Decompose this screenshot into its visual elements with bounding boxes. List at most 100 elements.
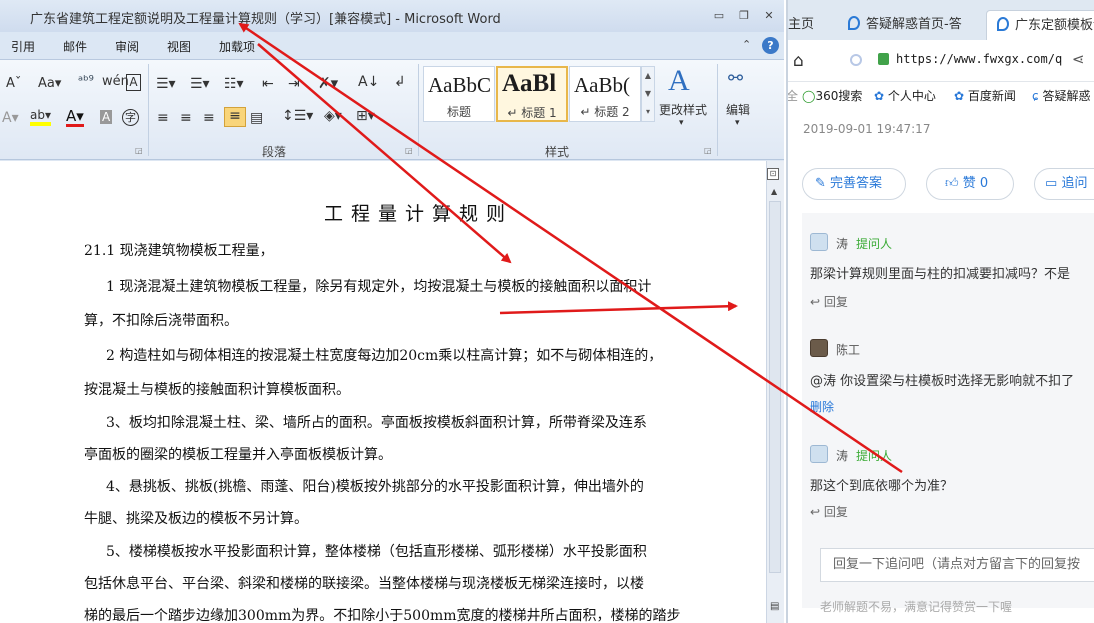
delete-button[interactable]: 删除 [810, 398, 834, 415]
url-field[interactable]: https://www.fwxgx.com/q [896, 52, 1062, 66]
binoculars-icon[interactable]: ⚯ [728, 68, 743, 89]
align-left-icon[interactable]: ≡ [157, 110, 169, 126]
styles-dialog-launcher[interactable]: ◲ [704, 146, 712, 155]
doc-line: 亭面板的圈梁的模板工程量并入亭面板模板计算。 [84, 447, 392, 463]
style-title[interactable]: AaBbC 标题 [423, 66, 495, 122]
site-info-icon[interactable] [850, 54, 862, 66]
style-sample: AaBbC [428, 73, 491, 97]
phonetic-guide-icon[interactable]: ᵃᵇ⁹ [78, 74, 94, 89]
distributed-icon[interactable]: ▤ [250, 110, 263, 126]
scroll-end-icon[interactable]: ▤ [770, 601, 779, 612]
edit-label[interactable]: 编辑 [726, 101, 750, 118]
avatar [810, 233, 828, 251]
numbering-icon[interactable]: ☰▾ [190, 76, 210, 92]
tab-home[interactable]: 主页 [788, 10, 832, 40]
multilevel-list-icon[interactable]: ☷▾ [224, 76, 244, 92]
tab-answers-home[interactable]: 答疑解惑首页-答 [838, 10, 978, 40]
enclose-char-icon[interactable]: 字 [122, 109, 139, 126]
reply-button[interactable]: ↩ 回复 [810, 293, 848, 310]
change-styles-icon[interactable]: A [668, 64, 690, 98]
document-heading: 工程量计算规则 [324, 203, 514, 225]
separator [148, 64, 149, 156]
doc-line: 3、板均扣除混凝土柱、梁、墙所占的面积。亭面板按模板斜面积计算，所带脊梁及连系 [106, 415, 647, 431]
increase-indent-icon[interactable]: ⇥ [288, 76, 300, 92]
improve-answer-button[interactable]: ✎ 完善答案 [802, 168, 906, 200]
style-heading-1[interactable]: AaBl ↵ 标题 1 [496, 66, 568, 122]
shrink-font-icon[interactable]: Aˇ [6, 76, 21, 91]
minimize-button[interactable]: ▭ [712, 9, 726, 23]
show-marks-icon[interactable]: ↲ [394, 74, 406, 90]
lock-icon [878, 53, 889, 65]
scroll-up-icon[interactable]: ▲ [771, 187, 777, 196]
char-border-icon[interactable]: A [126, 74, 141, 91]
home-icon[interactable]: ⌂ [793, 51, 804, 71]
sort-icon[interactable]: A↓ [358, 74, 379, 90]
reply-label: 回复 [823, 295, 848, 309]
change-styles-label[interactable]: 更改样式 [659, 101, 707, 118]
doc-line: 包括休息平台、平台梁、斜梁和楼梯的联接梁。当整体楼梯与现浇楼板无梯梁连接时，以楼 [84, 576, 644, 592]
bookmarks-bar: 全 ◯360搜索 ✿ 个人中心 ✿ 百度新闻 ɕ 答疑解惑 [788, 82, 1094, 108]
followup-label: 追问 [1061, 176, 1088, 191]
doc-line: 算，不扣除后浇带面积。 [84, 313, 238, 329]
close-button[interactable]: ✕ [762, 9, 776, 23]
char-shading-icon[interactable]: A [100, 110, 113, 124]
paragraph-dialog-launcher[interactable]: ◲ [405, 146, 413, 155]
font-color-icon[interactable]: A▾ [66, 108, 84, 127]
scroll-thumb[interactable] [769, 201, 781, 573]
bullets-icon[interactable]: ☰▾ [156, 76, 176, 92]
bookmark-baidu-news[interactable]: ✿ 百度新闻 [954, 87, 1016, 104]
paw-icon: ✿ [874, 89, 885, 103]
bookmark-personal[interactable]: ✿ 个人中心 [874, 87, 936, 104]
bookmark-answers[interactable]: ɕ 答疑解惑 [1032, 87, 1090, 104]
doc-line: 按混凝土与模板的接触面积计算模板面积。 [84, 382, 350, 398]
tab-current[interactable]: 广东定额模板计 [986, 10, 1094, 40]
doc-line: 4、悬挑板、挑板(挑檐、雨蓬、阳台)模板按外挑部分的水平投影面积计算，伸出墙外的 [106, 479, 644, 495]
chevron-down-icon[interactable]: ▾ [679, 118, 684, 128]
align-right-icon[interactable]: ≡ [203, 110, 215, 126]
change-case-icon[interactable]: Aa▾ [38, 76, 61, 91]
reply-button[interactable]: ↩ 回复 [810, 503, 848, 520]
separator [418, 64, 419, 156]
tab-review[interactable]: 审阅 [115, 38, 139, 55]
asker-badge: 提问人 [856, 449, 893, 463]
tab-references[interactable]: 引用 [11, 38, 35, 55]
like-button[interactable]: 👍︎ 赞 0 [926, 168, 1014, 200]
align-center-icon[interactable]: ≡ [180, 110, 192, 126]
tab-mailings[interactable]: 邮件 [63, 38, 87, 55]
wen-icon[interactable]: wén [102, 74, 129, 89]
font-dialog-launcher[interactable]: ◲ [135, 146, 143, 155]
collapse-ribbon-icon[interactable]: ⌃ [742, 38, 751, 51]
doc-line: 牛腿、挑梁及板边的模板不另计算。 [84, 511, 308, 527]
styles-group-label: 样式 [545, 145, 570, 159]
style-gallery-scroll[interactable]: ▲ ▼ ▾ [641, 66, 655, 122]
chevron-down-icon[interactable]: ▾ [735, 118, 740, 128]
decrease-indent-icon[interactable]: ⇤ [262, 76, 274, 92]
document-canvas[interactable]: 工程量计算规则 21.1 现浇建筑物模板工程量， 1 现浇混凝土建筑物模板工程量… [0, 161, 766, 623]
vertical-scrollbar[interactable]: ▲ ▤ [766, 161, 784, 623]
tab-view[interactable]: 视图 [167, 38, 191, 55]
page-content: 2019-09-01 19:47:17 ✎ 完善答案 👍︎ 赞 0 ▭ 追问 涛… [788, 108, 1094, 623]
share-icon[interactable]: ⋖ [1072, 50, 1085, 68]
restore-button[interactable]: ❐ [737, 9, 751, 23]
borders-icon[interactable]: ⊞▾ [356, 108, 375, 124]
user-name: 陈工 [836, 343, 861, 357]
line-spacing-icon[interactable]: ↕☰▾ [282, 108, 313, 124]
shading-icon[interactable]: ◈▾ [324, 108, 342, 124]
help-icon[interactable]: ? [762, 37, 779, 54]
highlight-icon[interactable]: ab▾ [30, 108, 51, 126]
followup-reply-input[interactable]: 回复一下追问吧（请点对方留言下的回复按 [820, 548, 1094, 582]
text-effect-icon[interactable]: A▾ [2, 110, 19, 126]
message-text: @涛 你设置梁与柱模板时选择无影响就不扣了 [810, 374, 1075, 389]
justify-icon[interactable]: ≡ [224, 107, 246, 127]
asian-layout-icon[interactable]: ✗▾ [318, 74, 338, 92]
tab-label: 答疑解惑首页-答 [866, 17, 962, 32]
style-heading-2[interactable]: AaBb( ↵ 标题 2 [569, 66, 641, 122]
bookmark-label: 百度新闻 [967, 89, 1016, 103]
tab-label: 主页 [788, 17, 815, 32]
bookmark-overflow[interactable]: 全 [788, 87, 798, 104]
tab-addins[interactable]: 加载项 [219, 38, 255, 55]
user-name: 涛 [836, 237, 849, 251]
followup-button[interactable]: ▭ 追问 [1034, 168, 1094, 200]
ruler-icon[interactable]: ⊡ [767, 168, 779, 180]
bookmark-360[interactable]: ◯360搜索 [802, 87, 862, 104]
